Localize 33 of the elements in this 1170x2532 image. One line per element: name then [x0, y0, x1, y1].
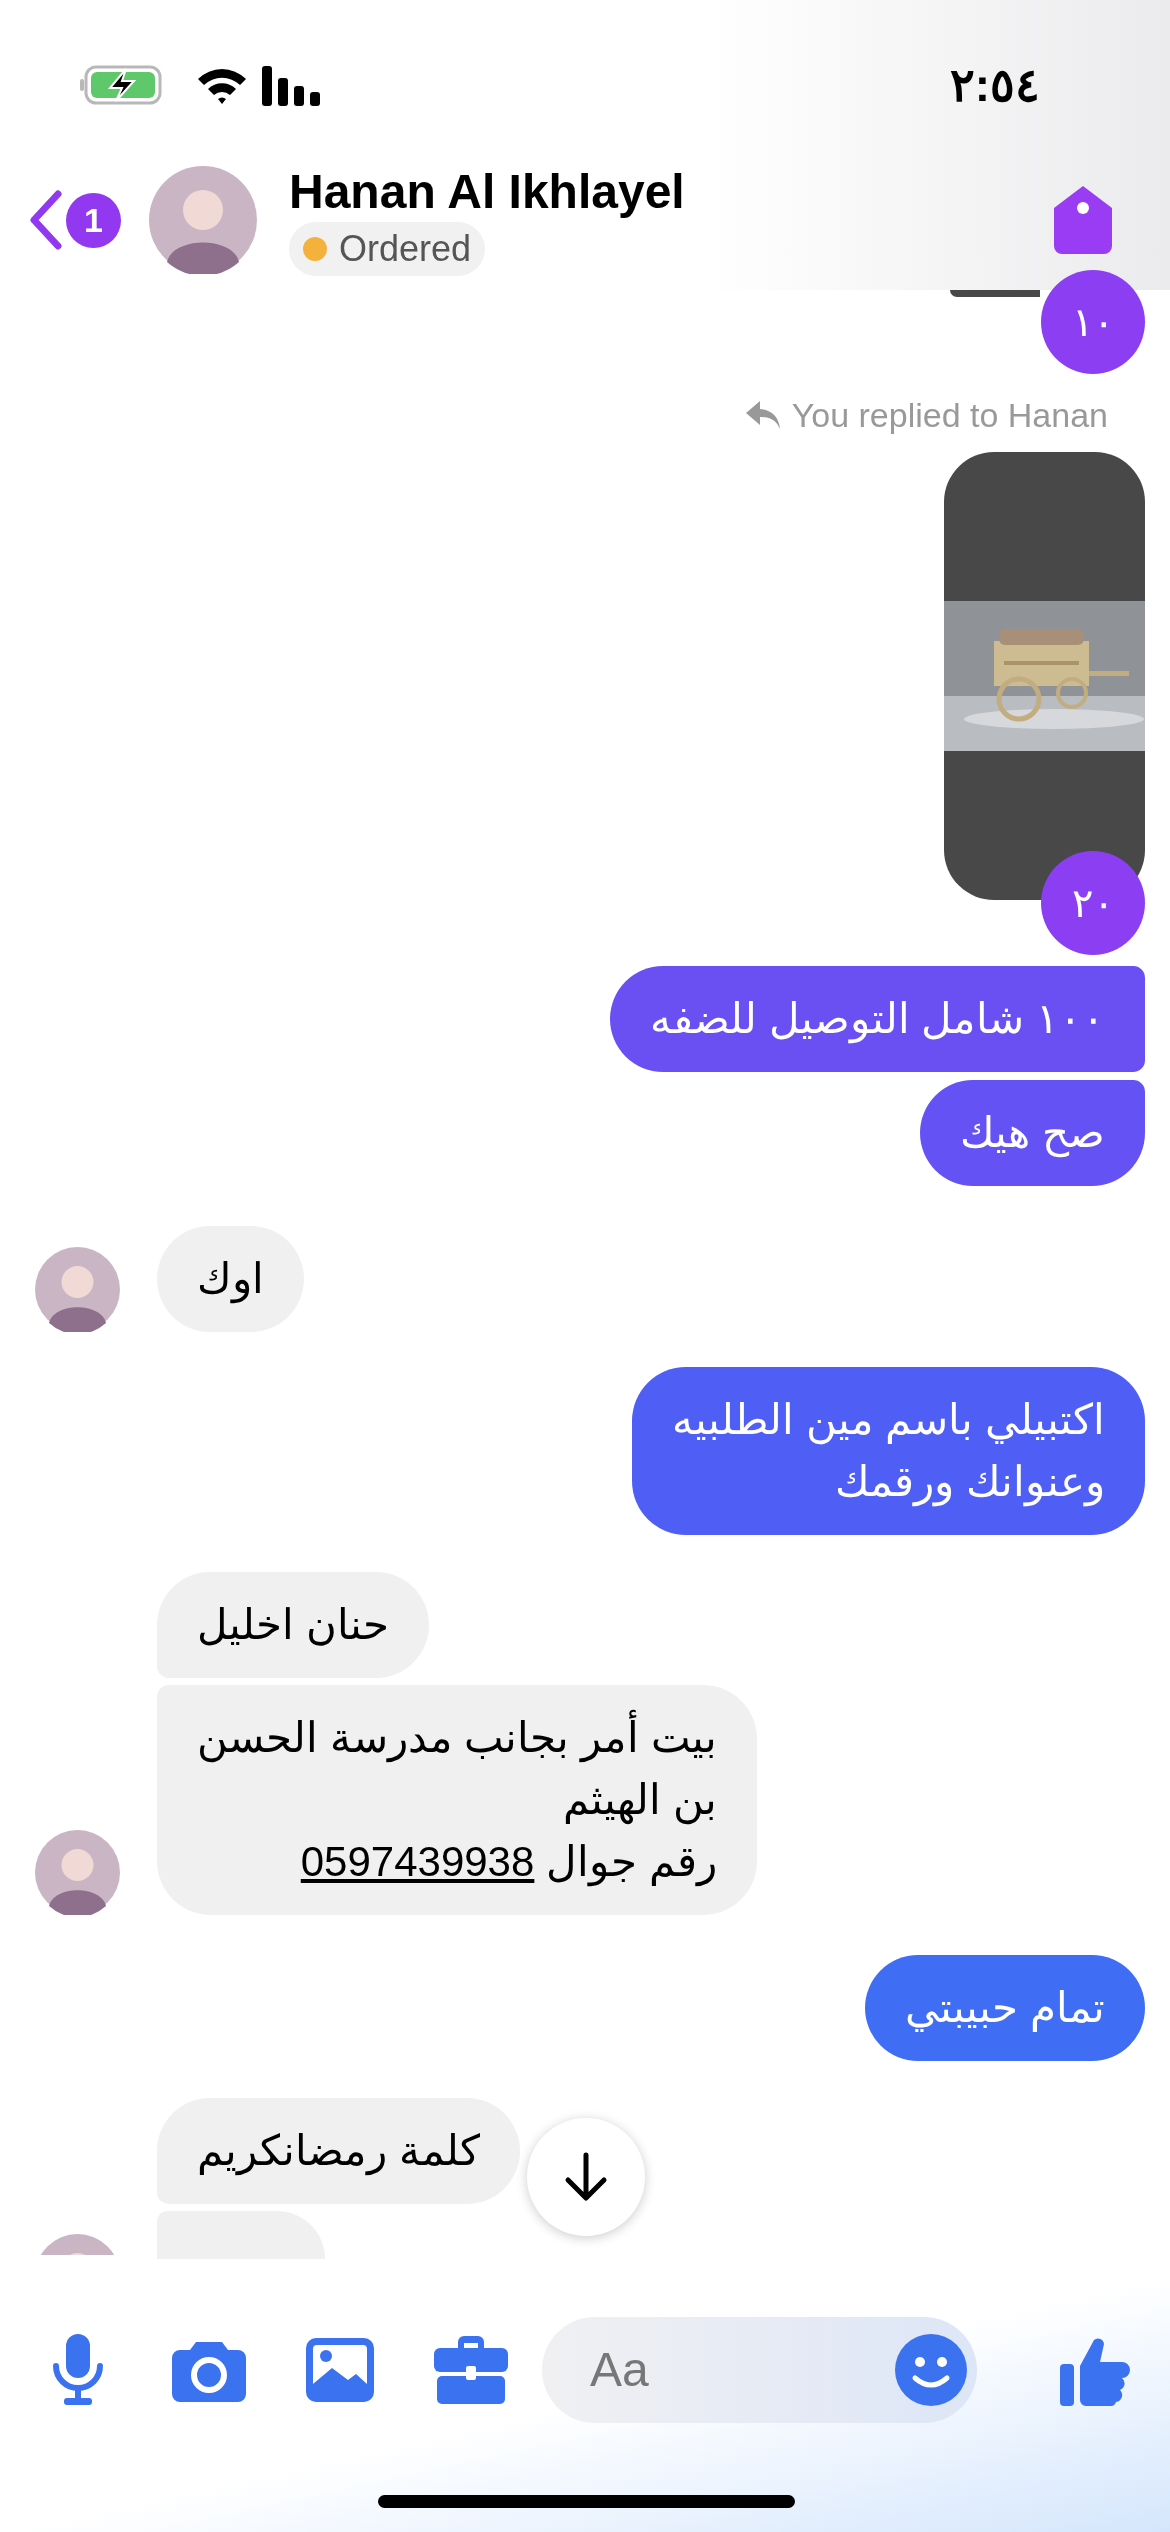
battery-icon [80, 64, 164, 106]
reaction-badge[interactable]: ٢٠ [1041, 851, 1145, 955]
received-message: كلمة رمضانكريم [157, 2098, 520, 2204]
contact-avatar[interactable] [149, 166, 257, 274]
emoji-icon[interactable] [895, 2334, 967, 2406]
tag-icon[interactable] [1054, 186, 1112, 254]
status-label: Ordered [339, 227, 472, 271]
contact-avatar[interactable] [35, 1247, 120, 1332]
briefcase-icon[interactable] [434, 2336, 508, 2404]
status-time: ٢:٥٤ [949, 57, 1040, 113]
message-input[interactable]: Aa [590, 2334, 895, 2406]
reaction-badge[interactable]: ١٠ [1041, 270, 1145, 374]
phone-link[interactable]: 0597439938 [300, 1838, 535, 1885]
gallery-icon[interactable] [306, 2338, 374, 2402]
sent-message: تمام حبيبتي [865, 1955, 1145, 2061]
reply-note: You replied to Hanan [791, 395, 1108, 435]
sent-message: ١٠٠ شامل التوصيل للضفه [610, 966, 1145, 1072]
received-message: اوك [157, 1226, 304, 1332]
microphone-icon[interactable] [50, 2334, 106, 2406]
status-dot-icon [303, 237, 327, 261]
signal-icon [262, 64, 320, 106]
unread-count: 1 [66, 192, 121, 248]
back-button[interactable]: 1 [28, 190, 121, 250]
down-arrow-icon [564, 2152, 608, 2202]
sent-message: صح هيك [920, 1080, 1145, 1186]
contact-avatar[interactable] [35, 1830, 120, 1915]
back-icon [28, 190, 64, 250]
contact-name: Hanan Al Ikhlayel [289, 164, 685, 220]
reply-icon [745, 401, 780, 429]
sent-message: اكتبيلي باسم مين الطلبيه وعنوانك ورقمك [632, 1367, 1145, 1535]
scroll-down-button[interactable] [527, 2118, 645, 2236]
message-field[interactable]: Aa [542, 2317, 977, 2423]
received-message: حنان اخليل [157, 1572, 429, 1678]
